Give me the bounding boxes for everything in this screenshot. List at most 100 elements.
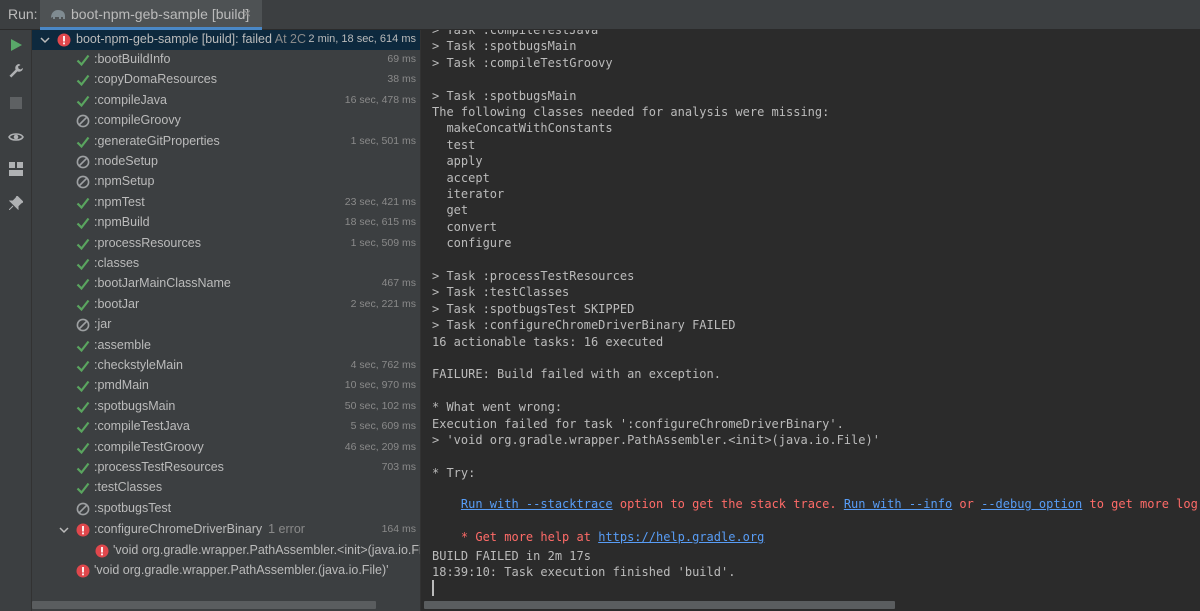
stacktrace-link[interactable]: Run with --stacktrace: [461, 497, 613, 511]
checkmark-icon: [76, 135, 90, 149]
console-line: > Task :spotbugsMain: [432, 88, 577, 103]
console-line: Execution failed for task ':configureChr…: [432, 416, 844, 431]
checkmark-icon: [76, 277, 90, 291]
console-line: > Task :processTestResources: [432, 269, 635, 283]
pin-icon[interactable]: [7, 194, 25, 212]
gradle-help-link[interactable]: https://help.gradle.org: [598, 530, 764, 544]
checkmark-icon: [76, 339, 90, 353]
task-row[interactable]: :spotbugsTest: [32, 499, 420, 519]
failed-task-label: :configureChromeDriverBinary: [94, 522, 263, 536]
task-label: :classes: [94, 256, 140, 270]
task-duration: 703 ms: [381, 461, 416, 473]
task-label: :compileTestJava: [94, 419, 190, 434]
task-label: :bootJarMainClassName: [94, 276, 231, 291]
task-label: :processResources: [94, 235, 201, 250]
task-duration: 23 sec, 421 ms: [344, 195, 416, 208]
task-label: :spotbugsTest: [94, 500, 172, 515]
run-tab-title: boot-npm-geb-sample [build]: [71, 6, 250, 22]
skipped-icon: [76, 114, 90, 128]
task-row[interactable]: :classes: [32, 254, 420, 274]
task-label: :compileGroovy: [94, 113, 181, 128]
task-duration: 69 ms: [387, 53, 416, 65]
console-line: > Task :testClasses: [432, 285, 570, 300]
run-tab[interactable]: boot-npm-geb-sample [build] ×: [40, 0, 262, 30]
chevron-down-icon[interactable]: [57, 523, 71, 537]
root-task-label: boot-npm-geb-sample [build]:: [76, 32, 239, 46]
task-row[interactable]: :copyDomaResources 38 ms: [32, 70, 420, 90]
console-line: > 'void org.gradle.wrapper.PathAssembler…: [432, 433, 880, 447]
task-row[interactable]: :npmBuild 18 sec, 615 ms: [32, 213, 420, 233]
tree-horizontal-scrollbar[interactable]: [32, 601, 376, 609]
task-row[interactable]: :generateGitProperties 1 sec, 501 ms: [32, 132, 420, 152]
console-line: convert: [432, 219, 498, 234]
console-line: FAILURE: Build failed with an exception.: [432, 367, 721, 382]
root-error-row[interactable]: 'void org.gradle.wrapper.PathAssembler.(…: [32, 561, 420, 581]
task-row[interactable]: :spotbugsMain 50 sec, 102 ms: [32, 397, 420, 417]
task-duration: 467 ms: [381, 277, 416, 290]
task-row[interactable]: :compileTestJava 5 sec, 609 ms: [32, 417, 420, 437]
task-label: :checkstyleMain: [94, 358, 183, 372]
task-row[interactable]: :npmTest 23 sec, 421 ms: [32, 193, 420, 213]
console-line: test: [432, 137, 476, 152]
wrench-icon[interactable]: [7, 62, 25, 80]
eye-icon[interactable]: [7, 128, 25, 146]
console-line: > Task :configureChromeDriverBinary FAIL…: [432, 318, 736, 333]
task-label: :compileJava: [94, 92, 167, 107]
info-link[interactable]: Run with --info: [844, 497, 952, 511]
console-output[interactable]: > Task :compileTestJava > Task :spotbugsM…: [421, 30, 1200, 611]
task-row[interactable]: :assemble: [32, 336, 420, 356]
error-icon: [76, 564, 90, 578]
task-row[interactable]: :processTestResources 703 ms: [32, 458, 420, 478]
task-row[interactable]: :processResources 1 sec, 509 ms: [32, 234, 420, 254]
task-row[interactable]: :compileGroovy: [32, 111, 420, 131]
rerun-icon[interactable]: [7, 36, 25, 54]
failed-task-row[interactable]: :configureChromeDriverBinary 1 error 164 …: [32, 520, 420, 540]
task-row[interactable]: :compileTestGroovy 46 sec, 209 ms: [32, 438, 420, 458]
text-caret: [432, 580, 434, 596]
task-row[interactable]: :jar: [32, 315, 420, 335]
task-label: :bootBuildInfo: [94, 52, 171, 66]
checkmark-icon: [76, 94, 90, 108]
console-line: * What went wrong:: [432, 400, 563, 415]
task-row[interactable]: :pmdMain 10 sec, 970 ms: [32, 376, 420, 396]
checkmark-icon: [76, 216, 90, 230]
task-row[interactable]: :bootJarMainClassName 467 ms: [32, 274, 420, 294]
debug-link[interactable]: --debug option: [981, 497, 1082, 511]
task-row[interactable]: :npmSetup: [32, 172, 420, 192]
build-tree: boot-npm-geb-sample [build]: failed At 2…: [32, 30, 420, 611]
task-row[interactable]: :testClasses: [32, 478, 420, 498]
layout-icon[interactable]: [7, 160, 25, 178]
console-line: apply: [432, 154, 483, 169]
task-duration: 38 ms: [387, 73, 416, 86]
stop-icon[interactable]: [7, 94, 25, 112]
task-label: :processTestResources: [94, 460, 224, 474]
failed-task-child-row[interactable]: 'void org.gradle.wrapper.PathAssembler.<…: [32, 541, 420, 561]
console-horizontal-scrollbar[interactable]: [424, 601, 895, 609]
task-label: :nodeSetup: [94, 154, 158, 168]
chevron-down-icon[interactable]: [38, 33, 52, 47]
console-line: BUILD FAILED in 2m 17s: [432, 549, 591, 563]
task-label: :testClasses: [94, 480, 163, 495]
task-row[interactable]: :compileJava 16 sec, 478 ms: [32, 91, 420, 111]
checkmark-icon: [76, 400, 90, 414]
task-duration: 50 sec, 102 ms: [344, 399, 416, 412]
skipped-icon: [76, 502, 90, 516]
task-row[interactable]: :nodeSetup: [32, 152, 420, 172]
tree-root-row[interactable]: boot-npm-geb-sample [build]: failed At 2…: [32, 30, 420, 50]
task-duration: 18 sec, 615 ms: [344, 216, 416, 229]
close-icon[interactable]: ×: [243, 5, 251, 21]
task-duration: 1 sec, 509 ms: [350, 236, 416, 249]
console-line: The following classes needed for analysi…: [432, 105, 830, 119]
console-try-line: Run with --stacktrace option to get the …: [460, 497, 1200, 511]
task-label: :jar: [94, 317, 112, 332]
task-row[interactable]: :bootBuildInfo 69 ms: [32, 50, 420, 70]
checkmark-icon: [76, 73, 90, 87]
task-row[interactable]: :bootJar 2 sec, 221 ms: [32, 295, 420, 315]
error-icon: [95, 544, 109, 558]
checkmark-icon: [76, 196, 90, 210]
task-row[interactable]: :checkstyleMain 4 sec, 762 ms: [32, 356, 420, 376]
gradle-elephant-icon: [51, 10, 65, 19]
error-icon: [76, 523, 90, 537]
run-tool-header: Run: boot-npm-geb-sample [build] ×: [0, 0, 1200, 30]
task-duration: 10 sec, 970 ms: [344, 379, 416, 392]
